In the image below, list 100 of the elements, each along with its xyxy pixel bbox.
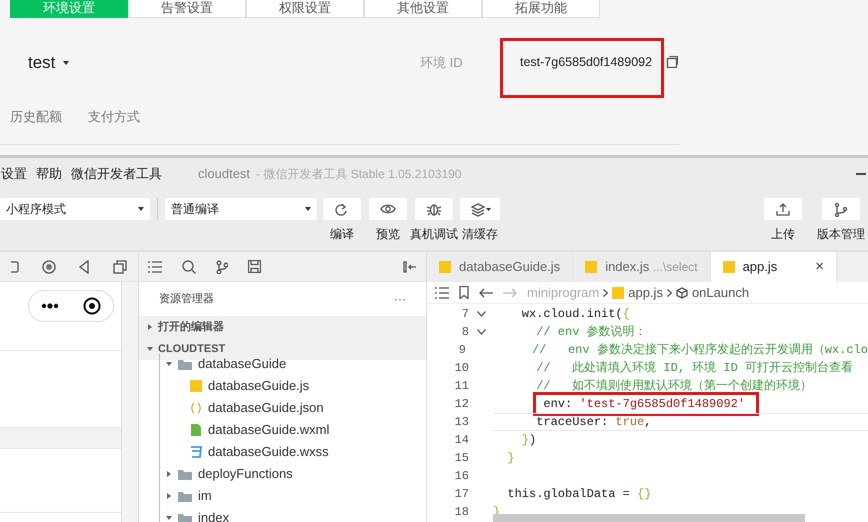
tool-label: 真机调试 [410, 226, 458, 243]
windows-icon[interactable] [112, 260, 127, 274]
dropdown-value: 小程序模式 [6, 201, 66, 218]
dropdown[interactable]: 普通编译 [165, 198, 317, 220]
tab[interactable]: 权限设置 [246, 0, 364, 18]
folder-icon [178, 490, 192, 502]
caret-icon [138, 207, 144, 211]
tree-item[interactable]: im [160, 485, 426, 507]
line-number: 18 [454, 504, 469, 521]
environment-select[interactable]: test [28, 50, 56, 76]
tab[interactable]: 拓展功能 [482, 0, 600, 18]
subtab[interactable]: 支付方式 [88, 107, 140, 126]
window-title: cloudtest [198, 165, 250, 184]
back-arrow-icon[interactable] [479, 288, 493, 298]
copy-icon[interactable] [666, 56, 678, 68]
menu-item[interactable]: 设置 [1, 164, 27, 184]
branch-icon[interactable] [216, 260, 228, 274]
fold-chevron-icon[interactable] [477, 311, 486, 317]
fold-chevron-icon[interactable] [477, 329, 486, 335]
js-file-icon [722, 261, 735, 273]
menu-item[interactable]: 帮助 [36, 164, 62, 184]
tree-item[interactable]: databaseGuide.wxss [160, 441, 426, 463]
js-file-icon [612, 286, 624, 298]
list-icon[interactable] [435, 286, 449, 298]
expanded-triangle-icon [166, 361, 172, 367]
chevron-icon [666, 288, 672, 296]
layers-icon [470, 202, 486, 216]
environment-id: test-7g6585d0f1489092 [520, 54, 652, 71]
tool-button[interactable] [369, 198, 407, 220]
editor-tab[interactable]: databaseGuide.js [427, 252, 574, 282]
line-number: 11 [454, 378, 469, 395]
code-line: // env 参数决定接下来小程序发起的云开发调用（wx.clo [530, 342, 868, 359]
panel-title: 资源管理器 [159, 292, 214, 307]
tree-item[interactable]: databaseGuide.json [160, 397, 426, 419]
cube-icon [676, 286, 688, 298]
field-label: 环境 ID [420, 54, 463, 72]
file-icon [190, 424, 202, 436]
tab[interactable]: 告警设置 [128, 0, 246, 18]
code-line: traceUser: true, [493, 413, 868, 431]
line-number: 12 [454, 396, 469, 413]
tool-label: 上传 [771, 226, 795, 243]
tool-label: 预览 [376, 226, 400, 243]
dropdown-value: 普通编译 [171, 201, 219, 218]
collapsed-triangle-icon [147, 324, 153, 330]
collapse-panel-icon[interactable] [403, 260, 417, 272]
subtab[interactable]: 历史配额 [10, 107, 62, 126]
caret-icon [305, 207, 311, 211]
code-line: } [506, 450, 516, 467]
collapsed-triangle-icon [166, 493, 172, 499]
window-subtitle: - 微信开发者工具 Stable 1.05.2103190 [256, 166, 462, 183]
speaker-icon[interactable] [78, 260, 90, 274]
folder-icon [178, 468, 192, 480]
tool-label: 清缓存 [462, 226, 498, 243]
target-icon [83, 297, 101, 315]
branch-icon [833, 202, 849, 216]
scrollbar[interactable] [493, 514, 805, 522]
line-number: 15 [454, 450, 469, 467]
css-file-icon [190, 446, 202, 458]
expanded-triangle-icon [147, 346, 153, 352]
record-icon[interactable] [42, 260, 56, 274]
tab[interactable]: 其他设置 [364, 0, 482, 18]
save-icon[interactable] [248, 260, 261, 273]
close-icon[interactable]: × [815, 256, 824, 278]
tool-button[interactable] [415, 198, 453, 220]
editor-tab[interactable]: index.js ...\select [573, 252, 711, 282]
menu-item[interactable]: 微信开发者工具 [71, 164, 162, 184]
collapsed-triangle-icon [166, 471, 172, 477]
breadcrumb-item[interactable]: onLaunch [692, 282, 750, 302]
section-header[interactable]: 打开的编辑器 [139, 316, 426, 338]
line-number: 13 [454, 414, 469, 431]
tool-button[interactable] [764, 198, 802, 220]
list-icon[interactable] [148, 260, 162, 272]
tree-item[interactable]: databaseGuide.js [160, 375, 426, 397]
search-icon[interactable] [182, 260, 196, 274]
tool-button[interactable] [460, 198, 500, 220]
open-folder-icon [178, 512, 192, 522]
tree-item[interactable]: deployFunctions [160, 463, 426, 485]
tree-item[interactable]: databaseGuide.wxml [160, 419, 426, 441]
line-number: 16 [454, 468, 469, 485]
capsule-button[interactable] [28, 290, 114, 322]
more-icon [41, 303, 59, 309]
js-file-icon [439, 261, 451, 273]
code-line: this.globalData = {} [506, 486, 652, 503]
line-number: 10 [454, 360, 469, 377]
eye-icon [380, 202, 396, 216]
tool-button[interactable] [822, 198, 860, 220]
caret-icon [63, 60, 70, 65]
section-header[interactable]: CLOUDTEST [139, 338, 426, 360]
code-line: }) [520, 432, 538, 449]
code-line: env: 'test-7g6585d0f1489092' [493, 395, 868, 413]
breadcrumb-item[interactable]: app.js [628, 282, 663, 302]
more-button[interactable]: ··· [394, 290, 406, 308]
editor-tab[interactable]: app.js × [710, 252, 838, 282]
tool-label: 版本管理 [817, 226, 865, 243]
caret-icon [486, 208, 490, 210]
line-number: 8 [460, 324, 469, 341]
js-file-icon [190, 380, 202, 392]
bookmark-icon[interactable] [459, 286, 469, 299]
dropdown[interactable]: 小程序模式 [0, 198, 150, 220]
tool-button[interactable] [323, 198, 361, 220]
